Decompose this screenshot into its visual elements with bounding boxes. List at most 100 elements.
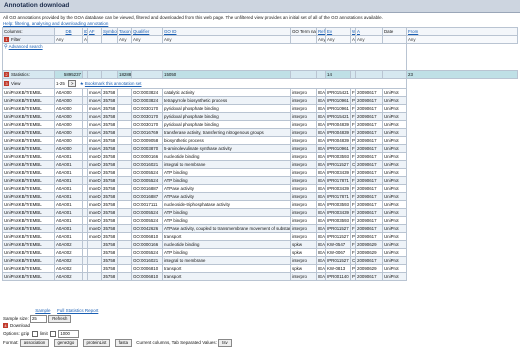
col-header-from[interactable]: From xyxy=(406,27,518,36)
col-header-ev[interactable]: Ev xyxy=(325,27,351,36)
cell-db: UniProtKB/TrEMBL xyxy=(2,144,55,153)
filter-badge: 1 xyxy=(4,36,9,42)
cell-goid: GO:0006810 xyxy=(131,272,163,281)
filter-date[interactable] xyxy=(382,35,407,44)
filter-reference[interactable]: Any xyxy=(316,35,326,44)
col-header-reference[interactable]: Reference xyxy=(316,27,326,36)
filter-ev[interactable]: Any xyxy=(325,35,351,44)
col-header-date[interactable]: Date xyxy=(382,27,407,36)
cell-ev: IEA xyxy=(316,184,326,193)
cell-with: IPR017871 xyxy=(325,176,351,185)
cell-symbol: moeD5 xyxy=(87,192,102,201)
cell-qualifier xyxy=(117,128,132,137)
help-link[interactable]: Help: filtering, analysing and downloadi… xyxy=(3,21,108,26)
col-header-symbol[interactable]: Symbol xyxy=(101,27,118,36)
cell-with: IPR015421 xyxy=(325,88,351,97)
filter-with[interactable]: Any xyxy=(350,35,356,44)
options-row: Options: gzip limit 1000 xyxy=(3,330,80,338)
advanced-search-link[interactable]: Advanced search xyxy=(9,45,43,50)
cell-qualifier xyxy=(117,112,132,121)
col-header-aspect[interactable]: A xyxy=(355,27,383,36)
cell-db: UniProtKB/TrEMBL xyxy=(2,168,55,177)
sample-link[interactable]: Sample xyxy=(35,308,50,313)
gzip-checkbox[interactable] xyxy=(31,331,38,337)
statistics-badge: 2 xyxy=(4,71,9,77)
limit-checkbox[interactable] xyxy=(50,331,57,337)
full-stats-link[interactable]: Full Statistics Report xyxy=(57,308,98,313)
filter-af[interactable] xyxy=(87,35,102,44)
format-tsv-button[interactable]: tsv xyxy=(218,339,232,347)
cell-taxon: 35758 xyxy=(101,184,118,193)
limit-input[interactable]: 1000 xyxy=(58,330,80,338)
cell-date: 20090629 xyxy=(355,248,383,257)
col-header-qualifier[interactable]: Qualifier xyxy=(131,27,163,36)
cell-reference: interpro xyxy=(290,256,317,265)
format-fasta-button[interactable]: fasta xyxy=(114,339,132,347)
col-header-db[interactable]: DB xyxy=(54,27,83,36)
cell-goid: GO:0016021 xyxy=(131,256,163,265)
cell-symbol: moeD5 xyxy=(87,200,102,209)
col-header-af[interactable]: AF xyxy=(87,27,102,36)
format-gene2go-button[interactable]: gene2go xyxy=(53,339,79,347)
filter-qualifier[interactable]: Any xyxy=(131,35,163,44)
cell-reference: interpro xyxy=(290,160,317,169)
filter-symbol[interactable] xyxy=(101,35,118,44)
col-header-id[interactable]: ID xyxy=(82,27,88,36)
format-proteinlist-button[interactable]: proteinList xyxy=(82,339,111,347)
cell-reference: interpro xyxy=(290,112,317,121)
cell-qualifier xyxy=(117,200,132,209)
cell-id: A0A001 xyxy=(54,232,83,241)
cell-with: IPR010961 xyxy=(325,104,351,113)
cell-goterm: ATPase activity, coupled to transmembran… xyxy=(162,224,291,233)
col-header-goterm[interactable]: GO Term name xyxy=(290,27,317,36)
filter-db[interactable]: Any xyxy=(54,35,83,44)
col-header-taxon[interactable]: Taxon xyxy=(117,27,132,36)
col-header-goid[interactable]: GO ID xyxy=(162,27,291,36)
cell-qualifier xyxy=(117,264,132,273)
cell-qualifier xyxy=(117,120,132,129)
sample-size-input[interactable]: 25 xyxy=(30,315,48,323)
title-bar: Annotation download xyxy=(0,0,520,13)
cell-goterm: ATP binding xyxy=(162,248,291,257)
cell-qualifier xyxy=(117,232,132,241)
cell-id: A0A001 xyxy=(54,224,83,233)
cell-goterm: catalytic activity xyxy=(162,88,291,97)
pager-next-button[interactable]: > xyxy=(68,80,77,87)
cell-ev: IEA xyxy=(316,232,326,241)
cell-ev: IEA xyxy=(316,104,326,113)
cell-qualifier xyxy=(117,96,132,105)
cell-goterm: integral to membrane xyxy=(162,160,291,169)
cell-reference: spkw xyxy=(290,248,317,257)
cell-goterm: 5-aminolevulinate synthase activity xyxy=(162,144,291,153)
filter-aspect[interactable]: Any xyxy=(355,35,383,44)
cell-db: UniProtKB/TrEMBL xyxy=(2,224,55,233)
filter-goid[interactable]: Any xyxy=(162,35,291,44)
format-association-button[interactable]: association xyxy=(19,339,50,347)
bookmark-link[interactable]: Bookmark this annotation set xyxy=(85,81,142,86)
refresh-button[interactable]: Refresh xyxy=(48,315,72,324)
col-header-with[interactable]: With xyxy=(350,27,356,36)
cell-date: 20090617 xyxy=(355,200,383,209)
cell-id: A0A002 xyxy=(54,240,83,249)
stat-taxon: 182881 xyxy=(117,70,132,79)
cell-goid: GO:0009058 xyxy=(131,136,163,145)
cell-id: A0A000 xyxy=(54,120,83,129)
filter-row: 1Filter Any Any Any Any Any Any Any Any … xyxy=(2,35,518,44)
cell-with: IPR003593 xyxy=(325,152,351,161)
cell-from: UniProt xyxy=(382,136,407,145)
filter-from[interactable]: Any xyxy=(406,35,518,44)
cell-symbol: moeA5 xyxy=(87,144,102,153)
filter-goterm[interactable] xyxy=(290,35,317,44)
cell-symbol: moeD5 xyxy=(87,176,102,185)
cell-date: 20090617 xyxy=(355,184,383,193)
cell-qualifier xyxy=(117,176,132,185)
cell-with: KW-0547 xyxy=(325,240,351,249)
filter-id[interactable]: Any xyxy=(82,35,88,44)
filter-taxon[interactable]: Any xyxy=(117,35,132,44)
cell-ev: IEA xyxy=(316,88,326,97)
cell-reference: interpro xyxy=(290,168,317,177)
cell-symbol: moeA5 xyxy=(87,120,102,129)
cell-symbol xyxy=(87,272,102,281)
cell-symbol: moeA5 xyxy=(87,104,102,113)
cell-ev: IEA xyxy=(316,152,326,161)
